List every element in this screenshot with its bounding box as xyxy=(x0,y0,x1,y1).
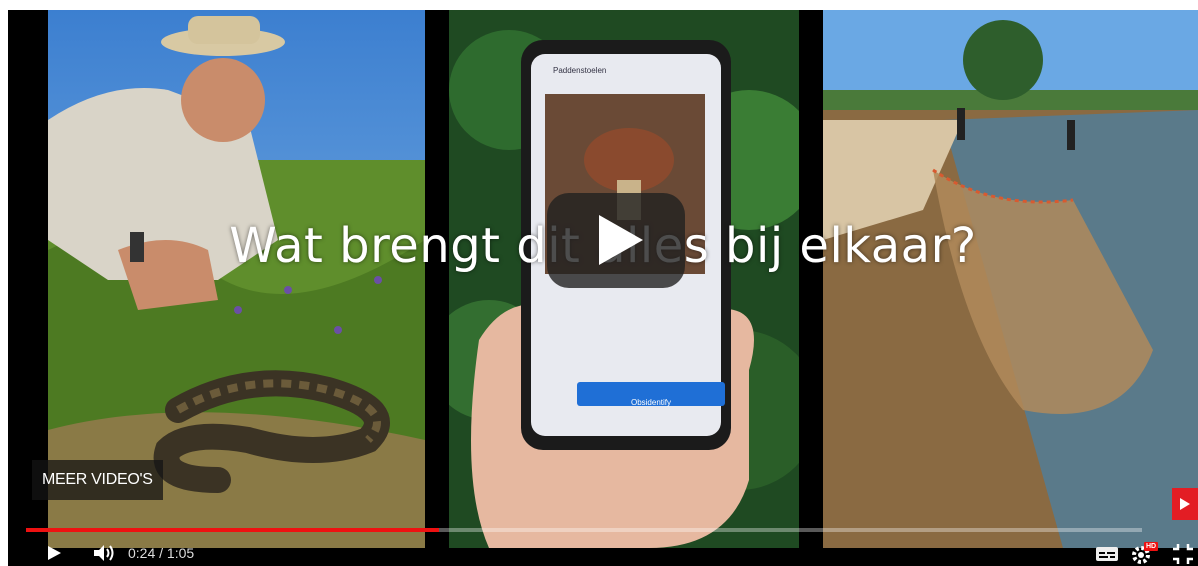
phone-identify-button: Obsidentify xyxy=(630,398,672,407)
play-icon[interactable] xyxy=(48,546,61,560)
big-play-button[interactable] xyxy=(547,193,685,288)
exit-fullscreen-icon[interactable] xyxy=(1172,543,1194,565)
progress-bar[interactable] xyxy=(26,528,1142,532)
duration: 1:05 xyxy=(166,545,195,561)
time-display: 0:24 / 1:05 xyxy=(128,545,194,561)
time-separator: / xyxy=(159,545,167,561)
volume-icon[interactable] xyxy=(92,543,116,563)
control-bar: 0:24 / 1:05 HD xyxy=(8,540,1198,566)
thumbnail-river-net xyxy=(823,10,1198,548)
more-videos-button[interactable]: MEER VIDEO'S xyxy=(32,460,163,500)
video-player[interactable]: Paddenstoelen Obsidentify Wat brengt dit… xyxy=(8,10,1198,566)
phone-app-title: Paddenstoelen xyxy=(553,66,607,75)
youtube-logo-icon[interactable] xyxy=(1172,488,1198,520)
hd-badge: HD xyxy=(1144,542,1159,551)
progress-fill xyxy=(26,528,439,532)
current-time: 0:24 xyxy=(128,545,156,561)
subtitles-icon[interactable] xyxy=(1096,547,1118,561)
